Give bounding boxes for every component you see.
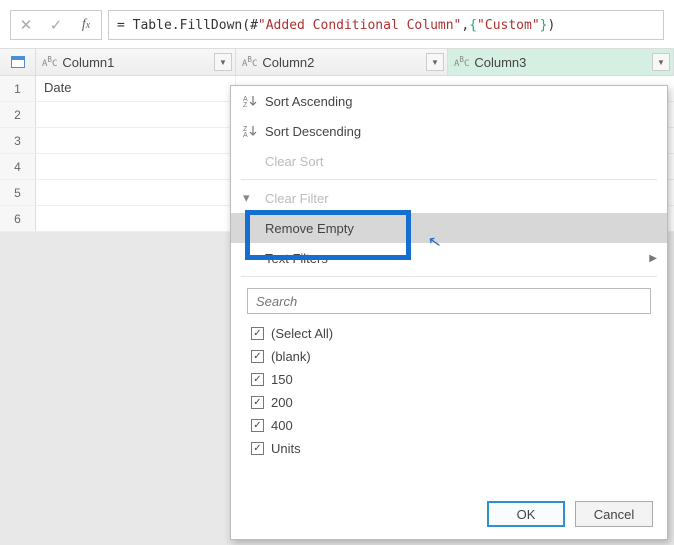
cell[interactable]: [36, 102, 236, 127]
cancel-button[interactable]: Cancel: [575, 501, 653, 527]
svg-text:A: A: [243, 132, 248, 138]
menu-label: Clear Sort: [265, 154, 324, 169]
table-corner[interactable]: [0, 49, 36, 75]
checkbox-icon[interactable]: ✓: [251, 373, 264, 386]
column-filter-dropdown[interactable]: ▼: [652, 53, 670, 71]
cell[interactable]: [36, 154, 236, 179]
menu-sort-ascending[interactable]: AZ Sort Ascending: [231, 86, 667, 116]
checkbox-icon[interactable]: ✓: [251, 419, 264, 432]
menu-remove-empty[interactable]: Remove Empty: [231, 213, 667, 243]
filter-icon: ▾: [243, 190, 265, 206]
menu-label: Remove Empty: [265, 221, 354, 236]
ok-button[interactable]: OK: [487, 501, 565, 527]
cell[interactable]: Date: [36, 76, 236, 101]
filter-value-item[interactable]: ✓ 200: [247, 391, 651, 414]
type-icon: ABC: [42, 56, 57, 69]
column-filter-menu: AZ Sort Ascending ZA Sort Descending Cle…: [230, 85, 668, 540]
sort-desc-icon: ZA: [243, 124, 265, 138]
filter-value-label: (Select All): [271, 326, 333, 341]
menu-separator: [241, 276, 657, 277]
fx-icon: fx: [71, 11, 101, 39]
menu-clear-sort: Clear Sort: [231, 146, 667, 176]
menu-label: Text Filters: [265, 251, 328, 266]
filter-value-label: 150: [271, 372, 293, 387]
sort-asc-icon: AZ: [243, 94, 265, 108]
filter-values-list: ✓ (Select All) ✓ (blank) ✓ 150 ✓ 200 ✓ 4…: [247, 322, 651, 460]
filter-search-input[interactable]: [247, 288, 651, 314]
menu-text-filters[interactable]: Text Filters ▶: [231, 243, 667, 273]
formula-text: = Table.FillDown(#"Added Conditional Col…: [117, 18, 555, 33]
column-header-row: ABC Column1 ▼ ABC Column2 ▼ ABC Column3 …: [0, 48, 674, 76]
filter-value-item[interactable]: ✓ 400: [247, 414, 651, 437]
menu-sort-descending[interactable]: ZA Sort Descending: [231, 116, 667, 146]
checkbox-icon[interactable]: ✓: [251, 396, 264, 409]
cancel-formula-button[interactable]: ✕: [11, 11, 41, 39]
row-number[interactable]: 1: [0, 76, 36, 101]
filter-value-label: (blank): [271, 349, 311, 364]
row-number[interactable]: 5: [0, 180, 36, 205]
menu-label: Clear Filter: [265, 191, 329, 206]
filter-value-label: Units: [271, 441, 301, 456]
svg-text:Z: Z: [243, 102, 248, 108]
confirm-formula-button[interactable]: ✓: [41, 11, 71, 39]
row-number[interactable]: 4: [0, 154, 36, 179]
type-icon: ABC: [242, 56, 257, 69]
checkbox-icon[interactable]: ✓: [251, 327, 264, 340]
filter-value-label: 200: [271, 395, 293, 410]
checkbox-icon[interactable]: ✓: [251, 350, 264, 363]
menu-label: Sort Descending: [265, 124, 361, 139]
column-header-column1[interactable]: ABC Column1 ▼: [36, 49, 236, 75]
filter-value-item[interactable]: ✓ 150: [247, 368, 651, 391]
filter-value-item[interactable]: ✓ (Select All): [247, 322, 651, 345]
column-label: Column3: [474, 55, 526, 70]
row-number[interactable]: 3: [0, 128, 36, 153]
formula-controls: ✕ ✓ fx: [10, 10, 102, 40]
cell[interactable]: [36, 206, 236, 231]
column-header-column3[interactable]: ABC Column3 ▼: [448, 49, 674, 75]
cell[interactable]: [36, 128, 236, 153]
column-label: Column2: [262, 55, 314, 70]
filter-value-item[interactable]: ✓ Units: [247, 437, 651, 460]
menu-label: Sort Ascending: [265, 94, 352, 109]
column-header-column2[interactable]: ABC Column2 ▼: [236, 49, 448, 75]
menu-separator: [241, 179, 657, 180]
column-label: Column1: [62, 55, 114, 70]
column-filter-dropdown[interactable]: ▼: [426, 53, 444, 71]
type-icon: ABC: [454, 56, 469, 69]
filter-value-label: 400: [271, 418, 293, 433]
row-number[interactable]: 2: [0, 102, 36, 127]
table-icon: [11, 56, 25, 68]
menu-clear-filter: ▾ Clear Filter: [231, 183, 667, 213]
checkbox-icon[interactable]: ✓: [251, 442, 264, 455]
submenu-arrow-icon: ▶: [649, 253, 657, 264]
formula-bar[interactable]: = Table.FillDown(#"Added Conditional Col…: [108, 10, 664, 40]
row-number[interactable]: 6: [0, 206, 36, 231]
column-filter-dropdown[interactable]: ▼: [214, 53, 232, 71]
cell[interactable]: [36, 180, 236, 205]
filter-value-item[interactable]: ✓ (blank): [247, 345, 651, 368]
